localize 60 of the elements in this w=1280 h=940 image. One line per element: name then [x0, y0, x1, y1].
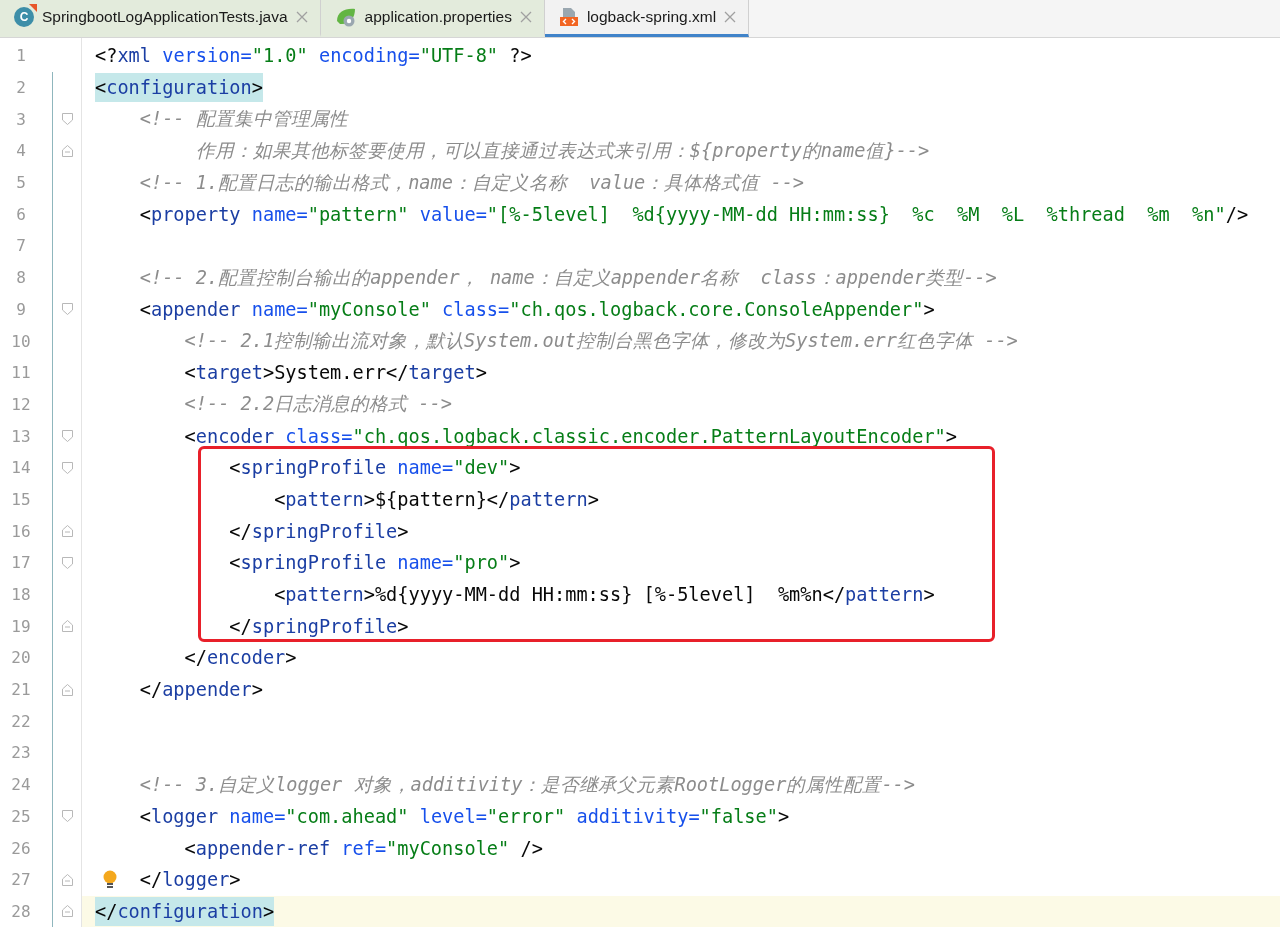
line-number: 26 — [10, 838, 32, 858]
close-icon — [295, 11, 308, 23]
line-number: 7 — [15, 236, 27, 256]
code-comment: 作用：如果其他标签要使用，可以直接通过表达式来引用：${property的name值}--> — [195, 138, 930, 163]
line-number: 19 — [10, 616, 32, 636]
close-icon — [724, 11, 737, 23]
code-comment: <!-- 2.2日志消息的格式 --> — [184, 392, 452, 417]
line-number: 2 — [15, 78, 27, 98]
line-number: 15 — [10, 489, 32, 509]
code-line: <pattern>${pattern}</pattern> — [274, 488, 599, 510]
line-number: 21 — [10, 680, 32, 700]
code-line: </appender> — [139, 679, 263, 701]
editor-tab[interactable]: C SpringbootLogApplicationTests.java — [0, 0, 321, 37]
line-number: 3 — [15, 109, 27, 129]
code-line: <logger name="com.ahead" level="error" additivity="false"> — [139, 805, 790, 827]
line-number: 28 — [10, 901, 32, 921]
code-comment: <!-- 2.1控制输出流对象，默认System.out控制台黑色字体，修改为System.err红色字体 --> — [184, 329, 1018, 354]
line-number: 10 — [10, 331, 32, 351]
code-comment: <!-- 2.配置控制台输出的appender， name：自定义appender名称 class：appender类型--> — [139, 265, 997, 290]
line-number: 27 — [10, 870, 32, 890]
code-comment: <!-- 1.配置日志的输出格式，name：自定义名称 value：具体格式值 --> — [139, 170, 805, 195]
code-line: <?xml version="1.0" encoding="UTF-8" ?> — [95, 45, 532, 67]
line-number: 20 — [10, 648, 32, 668]
line-number: 11 — [10, 363, 32, 383]
code-line: </springProfile> — [229, 520, 409, 542]
line-number: 14 — [10, 458, 32, 478]
code-line: <property name="pattern" value="[%-5level] %d{yyyy-MM-dd HH:mm:ss} %c %M %L %thread %m %n"/> — [139, 203, 1249, 225]
close-icon — [519, 11, 532, 23]
editor-tab[interactable]: logback-spring.xml — [544, 0, 750, 37]
code-line: <target>System.err</target> — [184, 362, 487, 384]
code-line: <appender-ref ref="myConsole" /> — [184, 837, 543, 859]
line-number: 13 — [10, 426, 32, 446]
code-line: <springProfile name="dev"> — [229, 457, 521, 479]
xml-file-icon — [558, 7, 579, 27]
code-line: </encoder> — [184, 647, 297, 669]
code-line: <appender name="myConsole" class="ch.qos.logback.core.ConsoleAppender"> — [139, 298, 935, 320]
line-number: 16 — [10, 521, 32, 541]
line-number: 5 — [15, 173, 27, 193]
code-line: <pattern>%d{yyyy-MM-dd HH:mm:ss} [%-5level] %m%n</pattern> — [274, 584, 935, 606]
line-number: 17 — [10, 553, 32, 573]
line-number: 8 — [15, 268, 27, 288]
line-number: 25 — [10, 806, 32, 826]
leaf-gear-icon — [334, 7, 357, 27]
class-file-icon: C — [14, 7, 34, 27]
line-number: 9 — [15, 299, 27, 319]
code-line: <springProfile name="pro"> — [229, 552, 521, 574]
editor-tab[interactable]: application.properties — [320, 0, 545, 37]
code-line: <encoder class="ch.qos.logback.classic.encoder.PatternLayoutEncoder"> — [184, 425, 958, 447]
line-number: 1 — [15, 46, 27, 66]
code-line: </logger> — [139, 869, 241, 891]
code-comment: <!-- 3.自定义logger 对象，additivity：是否继承父元素RootLogger的属性配置--> — [139, 772, 915, 797]
line-number: 4 — [15, 141, 27, 161]
line-number: 24 — [10, 775, 32, 795]
code-comment: <!-- 配置集中管理属性 — [139, 107, 348, 132]
line-number: 23 — [10, 743, 32, 763]
line-number: 6 — [15, 204, 27, 224]
line-number: 22 — [10, 711, 32, 731]
code-line: </springProfile> — [229, 615, 409, 637]
line-number: 18 — [10, 585, 32, 605]
line-number: 12 — [10, 394, 32, 414]
